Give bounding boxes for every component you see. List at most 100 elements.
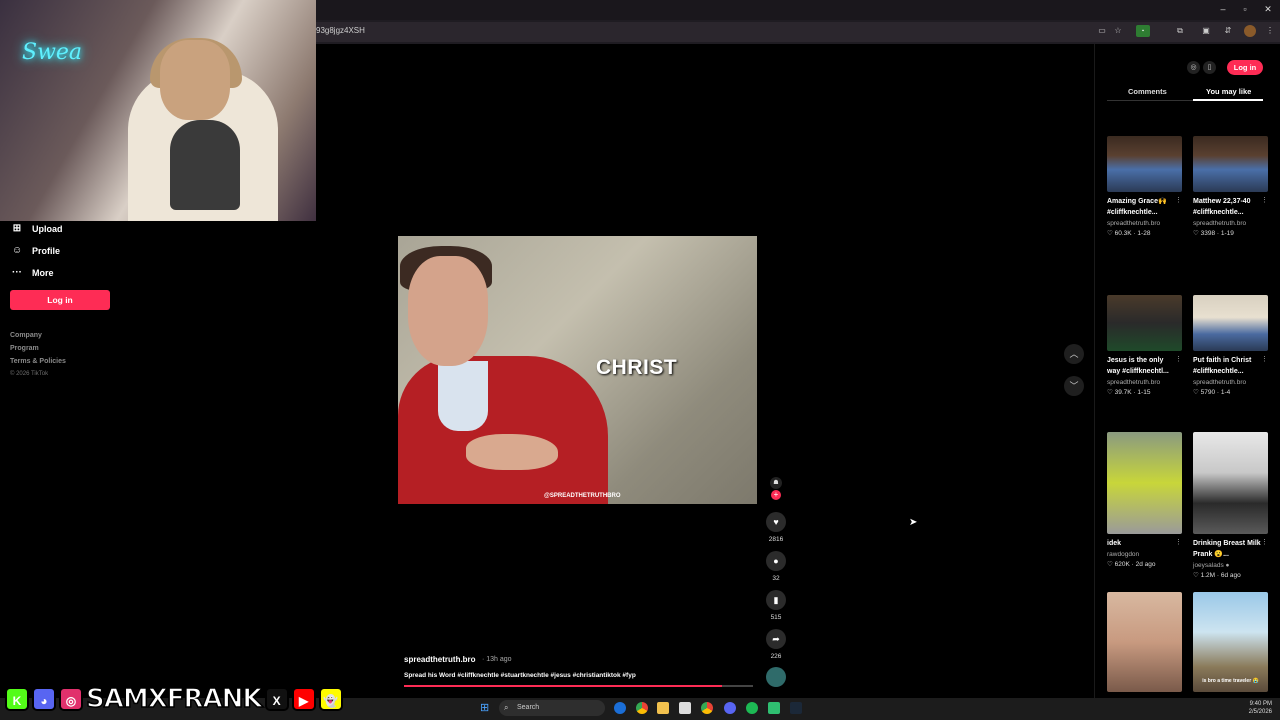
footer-link-terms[interactable]: Terms & Policies	[10, 358, 66, 365]
card-thumbnail[interactable]	[1193, 432, 1268, 534]
tab-comments[interactable]: Comments	[1128, 87, 1167, 96]
store-icon[interactable]	[679, 702, 691, 714]
save-count: 515	[770, 614, 782, 621]
avatar[interactable]	[1244, 25, 1256, 37]
video-author[interactable]: spreadthetruth.bro	[404, 655, 476, 664]
recommendation-card[interactable]: Jesus is the only way #cliffknechtl... ⋮ s…	[1107, 295, 1182, 396]
app-icon[interactable]	[768, 702, 780, 714]
previous-video-button[interactable]: ︿	[1064, 344, 1084, 364]
author-avatar[interactable]: ☗	[770, 477, 782, 489]
card-more-icon[interactable]: ⋮	[1175, 196, 1182, 204]
card-likes: 620K	[1114, 561, 1130, 568]
save-button[interactable]: ▮ 515	[766, 590, 786, 621]
active-tab-indicator	[1193, 99, 1263, 101]
card-title[interactable]: Matthew 22,37-40 #cliffknechtle...	[1193, 196, 1261, 218]
sidebar-item-more[interactable]: ··· More	[12, 267, 54, 278]
chrome-profile-icon[interactable]	[701, 702, 713, 714]
profile-icon[interactable]: ⇵	[1222, 25, 1234, 37]
steam-icon[interactable]	[790, 702, 802, 714]
like-button[interactable]: ♥ 2816	[766, 512, 786, 543]
sidebar-item-upload[interactable]: ⊞ Upload	[12, 223, 63, 234]
bookmark-icon[interactable]: ▮	[766, 590, 786, 610]
next-video-button[interactable]: ﹀	[1064, 376, 1084, 396]
card-more-icon[interactable]: ⋮	[1175, 355, 1182, 363]
bookmark-star-icon[interactable]: ☆	[1112, 25, 1124, 37]
recommendation-card[interactable]: is bro a time traveler 😭	[1193, 592, 1268, 692]
follow-plus-icon[interactable]: +	[771, 490, 781, 500]
recommendation-card[interactable]: Put faith in Christ #cliffknechtle... ⋮ sp…	[1193, 295, 1268, 396]
sidebar-item-profile[interactable]: ☺ Profile	[12, 245, 60, 256]
compass-icon[interactable]: ◎	[1187, 61, 1200, 74]
share-arrow-icon[interactable]: ➦	[766, 629, 786, 649]
cast-icon[interactable]: ▭	[1096, 25, 1108, 37]
card-title[interactable]: Drinking Breast Milk Prank 😮...	[1193, 538, 1261, 560]
device-icon[interactable]: ▯	[1203, 61, 1216, 74]
card-title[interactable]: idek	[1107, 538, 1175, 549]
card-author[interactable]: spreadthetruth.bro	[1193, 220, 1268, 227]
sidepanel-icon[interactable]: ▣	[1200, 25, 1212, 37]
card-thumbnail[interactable]	[1107, 295, 1182, 351]
card-author[interactable]: rawdogdon	[1107, 551, 1182, 558]
header-login-button[interactable]: Log in	[1227, 60, 1263, 75]
windows-start-icon[interactable]: ⊞	[480, 702, 492, 714]
card-stats: ♡ 1.2M · 6d ago	[1193, 571, 1268, 579]
card-author[interactable]: joeysalads ●	[1193, 562, 1268, 569]
stream-handle: SAMXFRANK	[85, 683, 263, 715]
card-author[interactable]: spreadthetruth.bro	[1107, 379, 1182, 386]
recommendation-card[interactable]: Drinking Breast Milk Prank 😮... ⋮ joeysala…	[1193, 432, 1268, 579]
taskbar-search[interactable]: ⌕ Search	[499, 700, 605, 716]
footer-link-company[interactable]: Company	[10, 332, 42, 339]
sidebar-login-button[interactable]: Log in	[10, 290, 110, 310]
menu-dots-icon[interactable]: ⋮	[1264, 25, 1276, 37]
taskbar-clock[interactable]: 9:40 PM 2/5/2026	[1240, 700, 1272, 716]
extensions-puzzle-icon[interactable]: ⧉	[1174, 25, 1186, 37]
card-thumbnail[interactable]	[1193, 136, 1268, 192]
card-thumbnail[interactable]: is bro a time traveler 😭	[1193, 592, 1268, 692]
card-thumbnail[interactable]	[1107, 136, 1182, 192]
file-explorer-icon[interactable]	[657, 702, 669, 714]
discord-icon: ◕	[32, 687, 56, 711]
card-more-icon[interactable]: ⋮	[1175, 538, 1182, 546]
card-author[interactable]: spreadthetruth.bro	[1193, 379, 1268, 386]
sidebar-item-label: Upload	[32, 223, 63, 234]
footer-link-program[interactable]: Program	[10, 345, 39, 352]
recommendation-card[interactable]	[1107, 592, 1182, 692]
minimize-icon[interactable]: –	[1216, 4, 1230, 14]
edge-icon[interactable]	[614, 702, 626, 714]
card-author[interactable]: spreadthetruth.bro	[1107, 220, 1182, 227]
spotify-icon[interactable]	[746, 702, 758, 714]
card-stats: ♡ 3398 · 1-19	[1193, 229, 1268, 237]
card-stats: ♡ 39.7K · 1-15	[1107, 388, 1182, 396]
card-more-icon[interactable]: ⋮	[1261, 355, 1268, 363]
card-thumbnail[interactable]	[1107, 432, 1182, 534]
card-more-icon[interactable]: ⋮	[1261, 196, 1268, 204]
extension-badge-icon[interactable]: ▪	[1136, 25, 1150, 37]
recommendation-card[interactable]: Amazing Grace🙌 #cliffknechtle... ⋮ spreadt…	[1107, 136, 1182, 237]
heart-outline-icon: ♡	[1107, 230, 1115, 237]
close-window-icon[interactable]: ✕	[1261, 4, 1275, 15]
video-player[interactable]: CHRIST @SPREADTHETRUTHBRO	[398, 236, 757, 504]
heart-outline-icon: ♡	[1107, 561, 1115, 568]
maximize-icon[interactable]: ▫	[1238, 4, 1252, 14]
music-disc-icon[interactable]	[766, 667, 786, 687]
card-title[interactable]: Put faith in Christ #cliffknechtle...	[1193, 355, 1261, 377]
comment-bubble-icon[interactable]: ●	[766, 551, 786, 571]
card-title[interactable]: Jesus is the only way #cliffknechtl...	[1107, 355, 1175, 377]
tab-you-may-like[interactable]: You may like	[1206, 87, 1251, 96]
url-text[interactable]: 93g8jgz4XSH	[316, 26, 365, 35]
card-thumbnail[interactable]	[1107, 592, 1182, 692]
heart-icon[interactable]: ♥	[766, 512, 786, 532]
card-more-icon[interactable]: ⋮	[1261, 538, 1268, 546]
discord-taskbar-icon[interactable]	[724, 702, 736, 714]
recommendation-card[interactable]: idek ⋮ rawdogdon ♡ 620K · 2d ago	[1107, 432, 1182, 568]
card-meta: 1-15	[1137, 389, 1151, 396]
x-icon: X	[264, 687, 289, 711]
recommendation-card[interactable]: Matthew 22,37-40 #cliffknechtle... ⋮ sprea…	[1193, 136, 1268, 237]
card-thumbnail[interactable]	[1193, 295, 1268, 351]
chrome-icon[interactable]	[636, 702, 648, 714]
share-button[interactable]: ➦ 226	[766, 629, 786, 660]
card-title[interactable]: Amazing Grace🙌 #cliffknechtle...	[1107, 196, 1175, 218]
comment-button[interactable]: ● 32	[766, 551, 786, 582]
video-description[interactable]: Spread his Word #cliffknechtle #stuartkn…	[404, 672, 636, 679]
card-meta: 6d ago	[1220, 572, 1241, 579]
